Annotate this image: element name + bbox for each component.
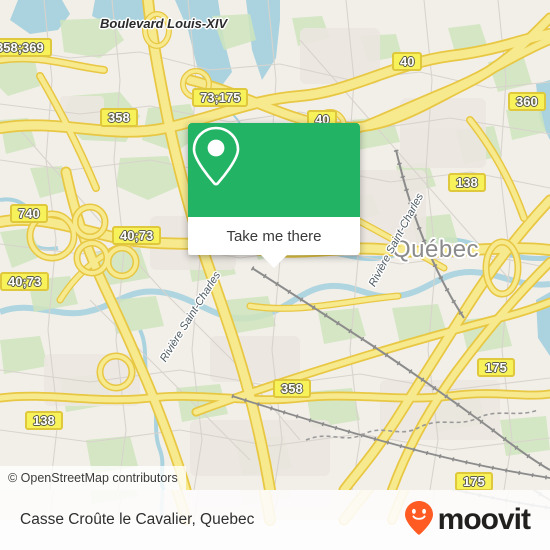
moovit-smiley-pin-icon xyxy=(404,500,434,541)
moovit-logo[interactable]: moovit xyxy=(404,500,531,541)
popup-card-footer[interactable]: Take me there xyxy=(188,217,360,268)
bottom-info-bar: Casse Croûte le Cavalier, Quebec moovit xyxy=(0,490,550,550)
popup-card-header xyxy=(188,123,360,217)
map-attribution[interactable]: © OpenStreetMap contributors xyxy=(0,466,186,490)
take-me-there-label: Take me there xyxy=(226,227,322,245)
moovit-wordmark: moovit xyxy=(437,503,531,536)
map-canvas[interactable]: Boulevard Louis-XIV Québec Rivière Saint… xyxy=(0,0,550,490)
take-me-there-popup-card[interactable]: Take me there xyxy=(188,123,360,268)
popup-card-tail xyxy=(260,254,288,268)
map-page: Boulevard Louis-XIV Québec Rivière Saint… xyxy=(0,0,550,550)
attribution-text: © OpenStreetMap contributors xyxy=(8,471,178,485)
place-title: Casse Croûte le Cavalier, Quebec xyxy=(20,511,255,528)
